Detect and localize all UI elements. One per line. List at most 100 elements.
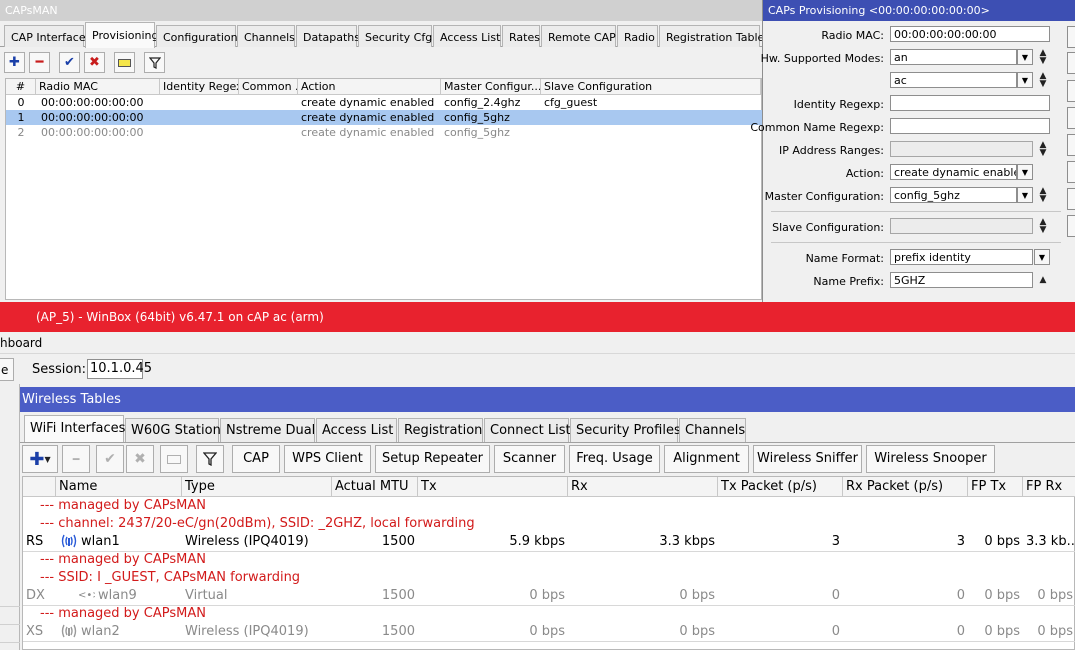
action-select[interactable]: create dynamic enabled bbox=[890, 164, 1017, 180]
column-header-actual-mtu[interactable]: Actual MTU bbox=[332, 477, 418, 497]
tab-w60g-station[interactable]: W60G Station bbox=[125, 418, 221, 442]
tab-rates[interactable]: Rates bbox=[502, 25, 540, 47]
radio-mac-field[interactable]: 00:00:00:00:00:00 bbox=[890, 26, 1050, 42]
tab-channels[interactable]: Channels bbox=[679, 418, 746, 442]
table-row-disabled[interactable]: XS wlan2 Wireless (IPQ4019) 1500 0 bps 0… bbox=[23, 623, 1075, 641]
disable-cross-icon[interactable]: ✖ bbox=[126, 445, 154, 473]
remove-icon[interactable]: ━ bbox=[29, 52, 50, 73]
master-config-select[interactable]: config_5ghz bbox=[890, 187, 1017, 203]
tab-registration-table[interactable]: Registration Table bbox=[659, 25, 764, 47]
dropdown-arrow-icon[interactable]: ▼ bbox=[1017, 49, 1033, 65]
wireless-sniffer-button[interactable]: Wireless Sniffer bbox=[753, 445, 862, 473]
tab-remote-cap[interactable]: Remote CAP bbox=[541, 25, 616, 47]
dialog-side-button[interactable] bbox=[1067, 52, 1075, 74]
tab-registration[interactable]: Registration bbox=[398, 418, 483, 442]
table-row[interactable]: 0 00:00:00:00:00:00 create dynamic enabl… bbox=[6, 95, 763, 110]
tab-radio[interactable]: Radio bbox=[617, 25, 658, 47]
dashboard-label[interactable]: hboard bbox=[0, 336, 42, 350]
column-header-fp-rx[interactable]: FP Rx bbox=[1023, 477, 1075, 497]
tab-nstreme-dual[interactable]: Nstreme Dual bbox=[220, 418, 315, 442]
wps-client-button[interactable]: WPS Client bbox=[284, 445, 371, 473]
tab-wifi-interfaces[interactable]: WiFi Interfaces bbox=[24, 415, 125, 442]
filter-icon[interactable] bbox=[144, 52, 165, 73]
dialog-side-button[interactable] bbox=[1067, 26, 1075, 48]
tab-channels[interactable]: Channels bbox=[237, 25, 295, 47]
table-row-disabled[interactable]: 2 00:00:00:00:00:00 create dynamic enabl… bbox=[6, 125, 763, 140]
tab-security-profiles[interactable]: Security Profiles bbox=[570, 418, 681, 442]
tab-cap-interface[interactable]: CAP Interface bbox=[4, 25, 86, 47]
collapse-arrow-icon[interactable]: ▲ bbox=[1037, 276, 1049, 285]
dialog-side-button[interactable] bbox=[1067, 107, 1075, 129]
filter-icon[interactable] bbox=[196, 445, 224, 473]
add-icon[interactable]: ✚ bbox=[4, 52, 25, 73]
dialog-side-button[interactable] bbox=[1067, 161, 1075, 183]
tab-datapaths[interactable]: Datapaths bbox=[296, 25, 360, 47]
identity-regexp-field[interactable] bbox=[890, 95, 1050, 111]
dialog-side-button[interactable] bbox=[1067, 134, 1075, 156]
tab-connect-list[interactable]: Connect List bbox=[484, 418, 571, 442]
comment-icon[interactable] bbox=[114, 52, 135, 73]
hw-mode-field-2[interactable]: ac bbox=[890, 72, 1017, 88]
up-down-arrows-icon[interactable]: ▲ ▼ bbox=[1037, 72, 1049, 89]
comment-icon[interactable] bbox=[160, 445, 188, 473]
tab-configurations[interactable]: Configurations bbox=[156, 25, 243, 47]
up-down-arrows-icon[interactable]: ▲ ▼ bbox=[1037, 187, 1049, 204]
comment-row[interactable]: --- SSID: I _GUEST, CAPsMAN forwarding bbox=[23, 569, 1075, 587]
up-down-arrows-icon[interactable]: ▲ ▼ bbox=[1037, 49, 1049, 66]
hw-mode-field-1[interactable]: an bbox=[890, 49, 1017, 65]
column-header-type[interactable]: Type bbox=[182, 477, 332, 497]
column-header-name[interactable]: Name bbox=[56, 477, 182, 497]
ip-ranges-field[interactable] bbox=[890, 141, 1033, 157]
setup-repeater-button[interactable]: Setup Repeater bbox=[375, 445, 490, 473]
dropdown-arrow-icon[interactable]: ▼ bbox=[1017, 187, 1033, 203]
column-header-common[interactable]: Common ... bbox=[239, 79, 298, 95]
freq-usage-button[interactable]: Freq. Usage bbox=[569, 445, 660, 473]
capsman-tabs: CAP Interface Provisioning Configuration… bbox=[0, 21, 764, 48]
tab-access-list[interactable]: Access List bbox=[433, 25, 501, 47]
left-toolbar-button[interactable]: e bbox=[0, 358, 14, 381]
column-header-tx[interactable]: Tx bbox=[418, 477, 568, 497]
common-name-regexp-field[interactable] bbox=[890, 118, 1050, 134]
wireless-snooper-button[interactable]: Wireless Snooper bbox=[866, 445, 995, 473]
column-header-master-config[interactable]: Master Configur... bbox=[441, 79, 541, 95]
alignment-button[interactable]: Alignment bbox=[664, 445, 749, 473]
comment-row[interactable]: --- managed by CAPsMAN bbox=[23, 551, 1075, 569]
column-header-tx-packet[interactable]: Tx Packet (p/s) bbox=[718, 477, 843, 497]
dialog-side-button[interactable] bbox=[1067, 215, 1075, 237]
column-header-identity-regexp[interactable]: Identity Regexp bbox=[160, 79, 239, 95]
remove-icon[interactable]: ━ bbox=[62, 445, 90, 473]
tab-security-cfg[interactable]: Security Cfg. bbox=[358, 25, 436, 47]
column-header-rx[interactable]: Rx bbox=[568, 477, 718, 497]
table-row[interactable]: RS wlan1 Wireless (IPQ4019) 1500 5.9 kbp… bbox=[23, 533, 1075, 551]
tab-provisioning[interactable]: Provisioning bbox=[85, 22, 159, 48]
scanner-button[interactable]: Scanner bbox=[494, 445, 565, 473]
slave-config-field[interactable] bbox=[890, 218, 1033, 234]
disable-cross-icon[interactable]: ✖ bbox=[84, 52, 105, 73]
tab-access-list[interactable]: Access List bbox=[316, 418, 397, 442]
table-row-selected[interactable]: 1 00:00:00:00:00:00 create dynamic enabl… bbox=[6, 110, 763, 125]
comment-row[interactable]: --- managed by CAPsMAN bbox=[23, 497, 1075, 515]
session-field[interactable]: 10.1.0.45 bbox=[87, 359, 152, 379]
dropdown-arrow-icon[interactable]: ▼ bbox=[1017, 72, 1033, 88]
name-format-select[interactable]: prefix identity bbox=[890, 249, 1033, 265]
enable-check-icon[interactable]: ✔ bbox=[96, 445, 124, 473]
column-header-action[interactable]: Action bbox=[298, 79, 441, 95]
add-dropdown-icon[interactable]: ✚ ▼ bbox=[22, 445, 58, 473]
column-header-rx-packet[interactable]: Rx Packet (p/s) bbox=[843, 477, 968, 497]
name-prefix-field[interactable]: 5GHZ bbox=[890, 272, 1033, 288]
column-header-number[interactable]: # bbox=[6, 79, 36, 95]
column-header-slave-config[interactable]: Slave Configuration bbox=[541, 79, 761, 95]
comment-row[interactable]: --- managed by CAPsMAN bbox=[23, 605, 1075, 623]
up-down-arrows-icon[interactable]: ▲ ▼ bbox=[1037, 141, 1049, 158]
table-row-disabled[interactable]: DX <•> wlan9 Virtual 1500 0 bps 0 bps 0 … bbox=[23, 587, 1075, 605]
dialog-side-button[interactable] bbox=[1067, 188, 1075, 210]
comment-row[interactable]: --- channel: 2437/20-eC/gn(20dBm), SSID:… bbox=[23, 515, 1075, 533]
dialog-side-button[interactable] bbox=[1067, 80, 1075, 102]
dropdown-arrow-icon[interactable]: ▼ bbox=[1034, 249, 1050, 265]
column-header-fp-tx[interactable]: FP Tx bbox=[968, 477, 1023, 497]
cap-button[interactable]: CAP bbox=[232, 445, 280, 473]
column-header-radio-mac[interactable]: Radio MAC bbox=[36, 79, 160, 95]
enable-check-icon[interactable]: ✔ bbox=[59, 52, 80, 73]
dropdown-arrow-icon[interactable]: ▼ bbox=[1017, 164, 1033, 180]
up-down-arrows-icon[interactable]: ▲ ▼ bbox=[1037, 218, 1049, 235]
